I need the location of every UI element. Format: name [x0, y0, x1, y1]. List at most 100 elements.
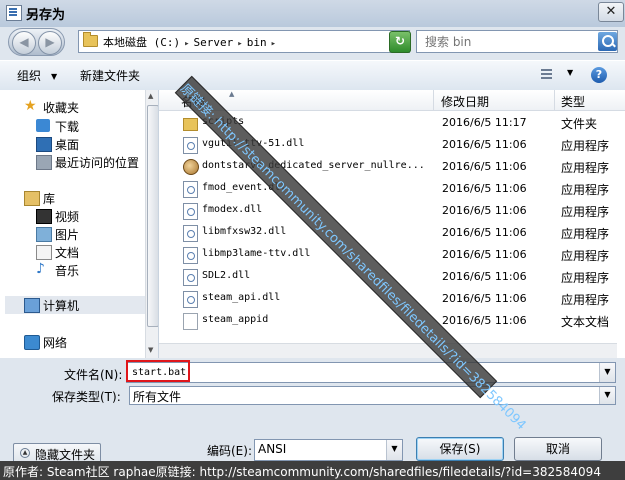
picture-icon — [36, 227, 52, 242]
cancel-button[interactable]: 取消 — [514, 437, 602, 461]
column-divider[interactable] — [433, 90, 434, 110]
dll-icon — [183, 269, 198, 286]
file-type: 文件夹 — [561, 117, 598, 131]
chevron-right-icon[interactable]: ▸ — [237, 39, 242, 49]
save-button[interactable]: 保存(S) — [416, 437, 504, 461]
dll-icon — [183, 247, 198, 264]
file-row[interactable]: fmod_event.dll 2016/6/5 11:06 应用程序 — [159, 178, 625, 200]
filetype-select[interactable]: 所有文件 ▼ — [129, 386, 616, 405]
chevron-down-icon[interactable]: ▼ — [567, 68, 573, 77]
navigation-pane: ★ 收藏夹 下载 桌面 最近访问的位置 库 视频 图片 文档 ♪ 音乐 计算机 … — [0, 90, 159, 358]
chevron-up-icon: ▲ — [20, 448, 30, 458]
sidebar-item-label: 最近访问的位置 — [55, 156, 140, 170]
address-bar[interactable]: 本地磁盘 (C:)▸Server▸bin▸ ▼ — [78, 30, 410, 53]
sidebar-scroll-thumb[interactable] — [147, 105, 158, 327]
file-row[interactable]: steam_appid 2016/6/5 11:06 文本文档 — [159, 310, 625, 332]
folder-icon — [183, 118, 198, 131]
column-divider[interactable] — [554, 90, 555, 110]
sidebar-item-label: 桌面 — [55, 138, 80, 152]
computer-icon — [24, 298, 40, 313]
file-type: 应用程序 — [561, 293, 610, 307]
sidebar-item-label: 图片 — [55, 228, 80, 242]
desktop-icon — [36, 137, 52, 152]
sidebar-item-videos[interactable]: 视频 — [0, 207, 145, 225]
file-row[interactable]: fmodex.dll 2016/6/5 11:06 应用程序 — [159, 200, 625, 222]
file-name: fmod_event.dll — [202, 182, 287, 193]
forward-button[interactable]: ▶ — [38, 31, 62, 55]
column-header-date[interactable]: 修改日期 — [441, 93, 489, 110]
new-folder-button[interactable]: 新建文件夹 — [80, 67, 140, 84]
view-options-icon[interactable] — [541, 69, 552, 80]
sidebar-item-recent-places[interactable]: 最近访问的位置 — [0, 153, 145, 171]
file-list-horizontal-scrollbar[interactable] — [159, 343, 617, 358]
filename-label: 文件名(N): — [64, 368, 123, 382]
file-date: 2016/6/5 11:06 — [442, 248, 527, 261]
title-bar: 另存为 ✕ — [0, 0, 625, 24]
organize-button[interactable]: 组织 ▼ — [17, 67, 57, 84]
search-input[interactable] — [417, 31, 592, 52]
file-name: steam_appid — [202, 314, 269, 325]
file-date: 2016/6/5 11:06 — [442, 204, 527, 217]
back-button[interactable]: ◀ — [12, 31, 36, 55]
dll-icon — [183, 225, 198, 242]
dll-icon — [183, 203, 198, 220]
chevron-down-icon[interactable]: ▼ — [599, 387, 615, 404]
help-button[interactable]: ? — [591, 67, 607, 83]
sidebar-item-label: 文档 — [55, 246, 80, 260]
scroll-up-icon[interactable]: ▲ — [148, 92, 153, 100]
sidebar-item-desktop[interactable]: 桌面 — [0, 135, 145, 153]
file-type: 应用程序 — [561, 139, 610, 153]
chevron-right-icon[interactable]: ▸ — [184, 39, 189, 49]
file-type: 应用程序 — [561, 249, 610, 263]
filename-highlight — [126, 360, 190, 382]
sidebar-item-label: 收藏夹 — [43, 101, 80, 115]
scroll-down-icon[interactable]: ▼ — [148, 346, 153, 354]
search-box — [416, 30, 618, 53]
filetype-value: 所有文件 — [133, 390, 182, 404]
column-header-type[interactable]: 类型 — [561, 93, 585, 110]
sidebar-item-documents[interactable]: 文档 — [0, 243, 145, 261]
refresh-button[interactable]: ↻ — [389, 31, 411, 53]
sidebar-item-network[interactable]: 网络 — [0, 333, 145, 351]
file-row[interactable]: dontstarve_dedicated_server_nullre... 20… — [159, 156, 625, 178]
filetype-label: 保存类型(T): — [52, 390, 121, 404]
close-button[interactable]: ✕ — [598, 2, 624, 22]
breadcrumb-item-server[interactable]: Server — [194, 36, 234, 49]
sidebar-item-computer[interactable]: 计算机 — [5, 296, 145, 314]
sidebar-item-label: 视频 — [55, 210, 80, 224]
column-header-row: ▲ 名称 修改日期 类型 — [159, 90, 625, 111]
sidebar-item-label: 计算机 — [43, 299, 80, 313]
file-date: 2016/6/5 11:06 — [442, 270, 527, 283]
sidebar-item-downloads[interactable]: 下载 — [0, 117, 145, 135]
organize-label: 组织 — [17, 69, 42, 83]
dll-icon — [183, 291, 198, 308]
sidebar-item-favorites[interactable]: ★ 收藏夹 — [0, 98, 145, 116]
chevron-down-icon[interactable]: ▼ — [599, 363, 615, 382]
file-type: 文本文档 — [561, 315, 610, 329]
sidebar-item-pictures[interactable]: 图片 — [0, 225, 145, 243]
breadcrumb-item-drive[interactable]: 本地磁盘 (C:) — [103, 36, 180, 49]
file-date: 2016/6/5 11:06 — [442, 226, 527, 239]
file-date: 2016/6/5 11:06 — [442, 314, 527, 327]
file-date: 2016/6/5 11:06 — [442, 160, 527, 173]
chevron-right-icon[interactable]: ▸ — [271, 39, 276, 49]
search-icon[interactable] — [598, 32, 617, 51]
encoding-select[interactable]: ANSI ▼ — [254, 439, 403, 461]
dll-icon — [183, 181, 198, 198]
sidebar-item-label: 下载 — [55, 120, 80, 134]
file-row[interactable]: libmp3lame-ttv.dll 2016/6/5 11:06 应用程序 — [159, 244, 625, 266]
filename-input[interactable] — [130, 364, 570, 380]
file-row[interactable]: libmfxsw32.dll 2016/6/5 11:06 应用程序 — [159, 222, 625, 244]
file-type: 应用程序 — [561, 271, 610, 285]
breadcrumb-item-bin[interactable]: bin — [247, 36, 267, 49]
dll-icon — [183, 137, 198, 154]
sidebar-item-music[interactable]: ♪ 音乐 — [0, 261, 145, 279]
file-type: 应用程序 — [561, 227, 610, 241]
sidebar-scrollbar[interactable]: ▲ ▼ — [145, 90, 158, 358]
file-icon — [183, 313, 198, 330]
file-type: 应用程序 — [561, 183, 610, 197]
sidebar-item-libraries[interactable]: 库 — [0, 189, 145, 207]
filename-combobox: ▼ — [126, 362, 616, 383]
chevron-down-icon[interactable]: ▼ — [386, 440, 402, 460]
exe-icon — [183, 159, 199, 175]
